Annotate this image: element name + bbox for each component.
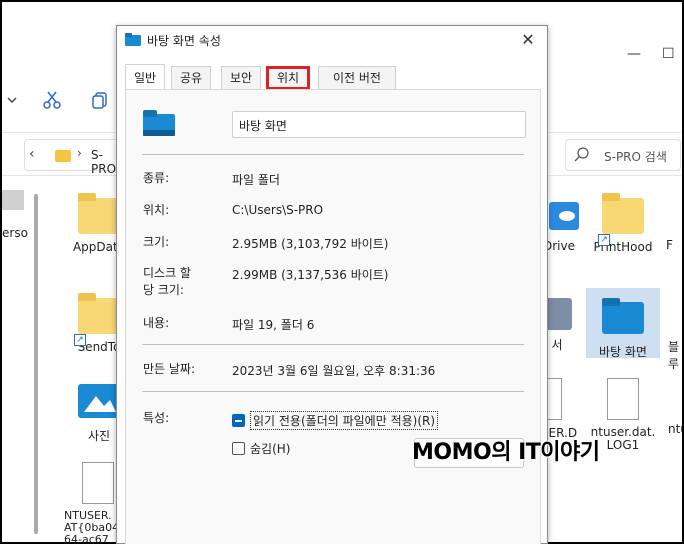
file-item-partial-ntu[interactable]: ntu <box>668 422 682 436</box>
nav-item-label[interactable]: erso <box>2 226 28 240</box>
type-label: 종류: <box>143 171 170 185</box>
chevron-down-icon[interactable] <box>2 88 24 112</box>
desktop-folder-icon <box>602 298 644 334</box>
search-placeholder: S-PRO 검색 <box>604 150 667 164</box>
address-bar[interactable]: ‹ › S-PRO <box>24 139 124 176</box>
file-item-printhood[interactable]: ↗ PrintHood <box>588 193 658 254</box>
size-value: 2.95MB (3,103,792 바이트) <box>232 237 389 251</box>
hidden-checkbox-row[interactable]: 숨김(H) <box>232 440 290 457</box>
type-value: 파일 폴더 <box>232 173 280 187</box>
file-label: 바탕 화면 <box>599 345 647 359</box>
tab-general[interactable]: 일반 <box>125 64 166 90</box>
onedrive-icon <box>549 202 579 230</box>
divider <box>142 391 524 392</box>
close-button[interactable]: ✕ <box>515 28 541 52</box>
divider <box>142 344 524 345</box>
folder-icon: ↗ <box>74 293 120 346</box>
document-icon <box>607 378 639 420</box>
pictures-folder-icon <box>78 384 120 418</box>
breadcrumb-separator-icon: › <box>77 146 82 160</box>
dialog-titlebar[interactable]: 바탕 화면 속성 ✕ <box>117 26 547 54</box>
contains-value: 파일 19, 폴더 6 <box>232 318 315 332</box>
navigation-pane: erso <box>2 176 42 542</box>
hidden-checkbox[interactable] <box>232 442 245 455</box>
readonly-label: 읽기 전용(폴더의 파일에만 적용)(R) <box>250 411 439 430</box>
folder-icon <box>78 193 120 234</box>
tab-security[interactable]: 보안 <box>221 66 262 90</box>
nav-selected-item[interactable] <box>2 190 24 210</box>
readonly-checkbox[interactable] <box>232 414 245 427</box>
chevron-left-icon[interactable]: ‹ <box>29 146 35 162</box>
location-value: C:\Users\S-PRO <box>232 203 324 217</box>
general-tab-panel: 바탕 화면 종류: 파일 폴더 위치: C:\Users\S-PRO 크기: 2… <box>125 89 541 544</box>
document-icon <box>82 462 114 504</box>
divider <box>142 154 524 155</box>
file-item-partial-f[interactable]: F <box>666 238 682 252</box>
search-input[interactable]: S-PRO 검색 <box>565 139 681 171</box>
readonly-checkbox-row[interactable]: 읽기 전용(폴더의 파일에만 적용)(R) <box>232 411 439 430</box>
tab-location[interactable]: 위치 <box>266 66 311 90</box>
hidden-label: 숨김(H) <box>250 442 291 456</box>
folder-icon <box>55 150 71 162</box>
size-label: 크기: <box>143 235 170 249</box>
folder-name-input[interactable]: 바탕 화면 <box>232 111 526 138</box>
created-label: 만든 날짜: <box>143 362 196 376</box>
contains-label: 내용: <box>143 316 170 330</box>
search-icon <box>574 146 590 165</box>
maximize-icon[interactable]: ☐ <box>662 46 675 62</box>
nav-scrollbar[interactable] <box>34 194 38 534</box>
created-value: 2023년 3월 6일 월요일, 오후 8:31:36 <box>232 364 436 378</box>
folder-icon: ↗ <box>598 193 644 246</box>
location-label: 위치: <box>143 203 170 217</box>
file-item-desktop[interactable]: 바탕 화면 <box>588 298 658 360</box>
desktop-folder-icon <box>143 110 175 136</box>
minimize-icon[interactable]: — <box>627 46 641 62</box>
disk-size-value: 2.99MB (3,137,536 바이트) <box>232 268 389 282</box>
cut-icon[interactable] <box>40 88 64 112</box>
shortcut-arrow-icon: ↗ <box>74 334 86 346</box>
desktop-folder-icon <box>125 33 141 46</box>
disk-size-label: 디스크 할 당 크기: <box>143 266 191 297</box>
tab-previous-versions[interactable]: 이전 버전 <box>318 66 396 90</box>
attributes-label: 특성: <box>143 411 170 425</box>
tab-sharing[interactable]: 공유 <box>171 66 212 90</box>
dialog-title: 바탕 화면 속성 <box>147 34 221 48</box>
shortcut-arrow-icon: ↗ <box>598 234 610 246</box>
copy-icon[interactable] <box>88 88 112 112</box>
properties-dialog: 바탕 화면 속성 ✕ 일반 공유 보안 위치 이전 버전 바탕 화면 종류: 파… <box>116 25 548 544</box>
file-item-partial-right[interactable]: 블루 <box>668 338 682 372</box>
watermark-text: MOMO의 IT이야기 <box>412 440 600 465</box>
